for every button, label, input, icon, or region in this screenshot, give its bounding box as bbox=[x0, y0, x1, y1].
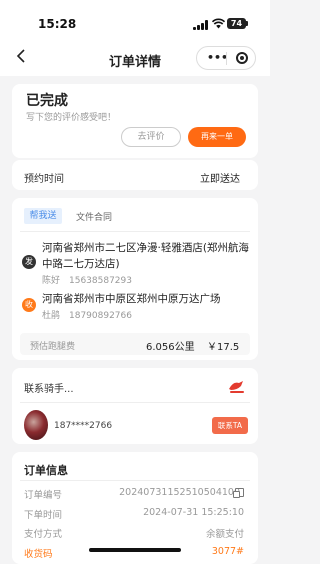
order-time-value: 2024-07-31 15:25:10 bbox=[143, 507, 244, 518]
battery-tip bbox=[246, 21, 248, 26]
rider-phone: 187****2766 bbox=[54, 421, 113, 431]
order-again-button[interactable]: 再来一单 bbox=[188, 127, 246, 147]
status-time: 15:28 bbox=[38, 17, 77, 31]
mini-program-capsule: ••• bbox=[196, 46, 256, 70]
item-type-tag: 文件合同 bbox=[76, 213, 113, 223]
battery-icon: 74 bbox=[227, 18, 246, 29]
receiver-address: 河南省郑州市中原区郑州中原万达广场 bbox=[42, 293, 221, 305]
reserve-time-label: 预约时间 bbox=[24, 174, 64, 185]
order-number-label: 订单编号 bbox=[24, 490, 63, 501]
divider bbox=[20, 231, 250, 232]
payment-method-value: 余额支付 bbox=[205, 529, 244, 540]
service-tag: 帮我送 bbox=[24, 208, 62, 224]
target-icon[interactable] bbox=[236, 52, 248, 64]
receiver-badge: 收 bbox=[22, 298, 36, 312]
sender-badge: 发 bbox=[22, 255, 36, 269]
receiver-contact: 杜鹃 18790892766 bbox=[42, 311, 132, 321]
rider-brand-icon bbox=[229, 381, 244, 393]
receipt-code-value: 3077# bbox=[211, 546, 244, 557]
payment-method-label: 支付方式 bbox=[24, 529, 63, 540]
wifi-icon bbox=[212, 18, 225, 29]
capsule-divider bbox=[226, 52, 227, 65]
sender-contact: 陈好 15638587293 bbox=[42, 276, 132, 286]
fee-price: ￥17.5 bbox=[207, 342, 240, 353]
divider bbox=[20, 480, 250, 481]
rider-title: 联系骑手... bbox=[24, 384, 74, 395]
order-number-value: 20240731152510504100 bbox=[119, 487, 240, 498]
reserve-time-value: 立即送达 bbox=[200, 174, 240, 185]
home-indicator bbox=[89, 548, 181, 552]
contact-rider-button[interactable]: 联系TA bbox=[212, 417, 248, 434]
order-status: 已完成 bbox=[26, 93, 68, 109]
review-hint: 写下您的评价感受吧！ bbox=[26, 113, 117, 123]
fee-distance: 6.056公里 bbox=[146, 342, 195, 353]
more-dots-icon[interactable]: ••• bbox=[207, 51, 228, 65]
sender-address: 河南省郑州市二七区净漫·轻雅酒店(郑州航海中路二七万达店) bbox=[42, 242, 249, 270]
copy-icon[interactable] bbox=[233, 488, 244, 498]
signal-icon bbox=[193, 20, 209, 30]
order-info-title: 订单信息 bbox=[24, 464, 68, 477]
rider-avatar bbox=[24, 410, 48, 440]
fee-label: 预估跑腿费 bbox=[30, 342, 76, 352]
review-button[interactable]: 去评价 bbox=[121, 127, 181, 147]
receipt-code-label: 收货码 bbox=[24, 549, 53, 560]
order-time-label: 下单时间 bbox=[24, 510, 63, 521]
divider bbox=[20, 402, 250, 403]
